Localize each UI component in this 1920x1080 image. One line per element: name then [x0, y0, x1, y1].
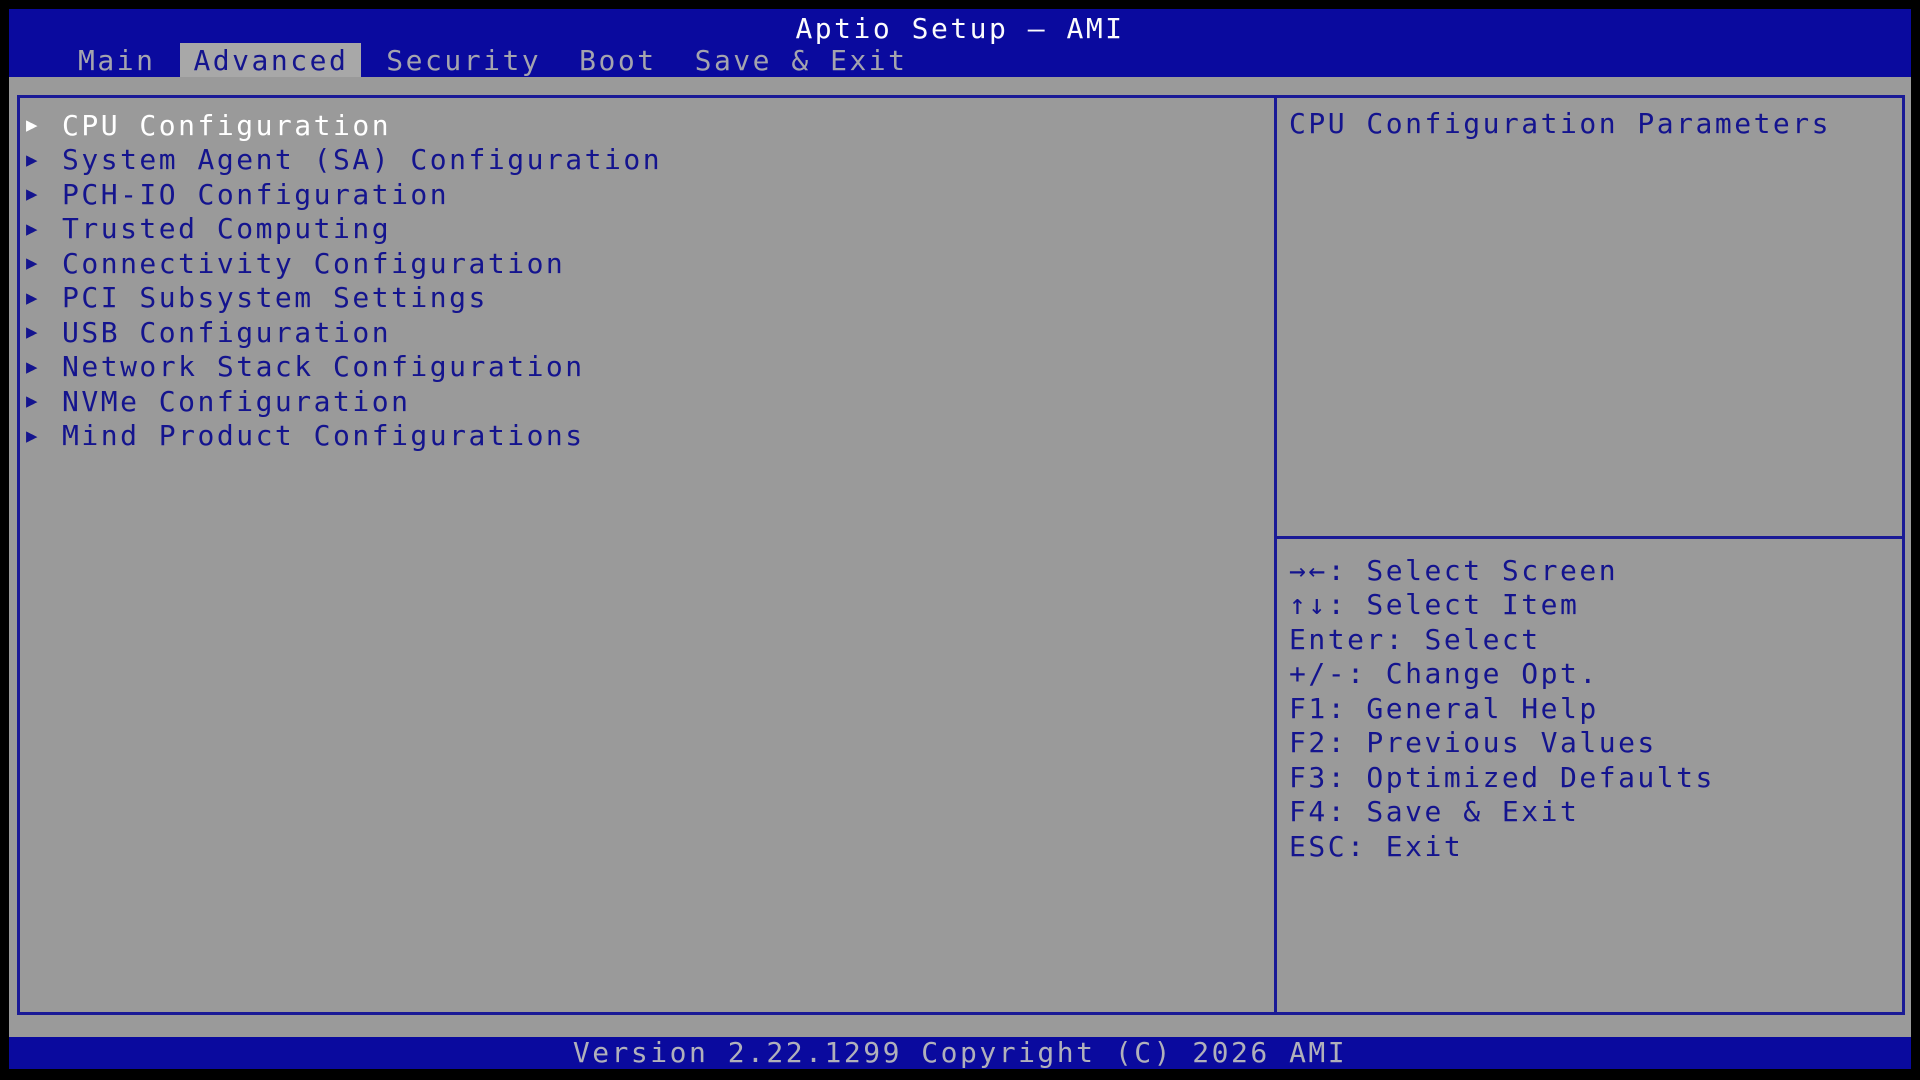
hotkey-hint-f2-previous-values: F2: Previous Values: [1289, 726, 1898, 761]
submenu-arrow-icon: ▶: [24, 425, 62, 447]
tab-save-and-exit[interactable]: Save & Exit: [682, 43, 921, 77]
submenu-item-label: Network Stack Configuration: [62, 350, 585, 383]
hotkey-hint-enter-select: Enter: Select: [1289, 622, 1898, 657]
submenu-arrow-icon: ▶: [24, 218, 62, 240]
submenu-item-label: USB Configuration: [62, 316, 391, 349]
tab-security[interactable]: Security: [373, 43, 554, 77]
submenu-arrow-icon: ▶: [24, 149, 62, 171]
submenu-item-label: Connectivity Configuration: [62, 247, 565, 280]
submenu-arrow-icon: ▶: [24, 321, 62, 343]
hotkey-hint-esc-exit: ESC: Exit: [1289, 829, 1898, 864]
submenu-item-trusted-computing[interactable]: ▶ Trusted Computing: [24, 212, 1268, 247]
submenu-arrow-icon: ▶: [24, 287, 62, 309]
menu-tab-bar: Main Advanced Security Boot Save & Exit: [9, 43, 1911, 77]
submenu-item-usb-configuration[interactable]: ▶ USB Configuration: [24, 315, 1268, 350]
submenu-arrow-icon: ▶: [24, 390, 62, 412]
submenu-item-label: PCI Subsystem Settings: [62, 281, 488, 314]
header-bar: Aptio Setup – AMI Main Advanced Security…: [9, 9, 1911, 77]
submenu-item-label: Mind Product Configurations: [62, 419, 585, 452]
submenu-arrow-icon: ▶: [24, 356, 62, 378]
submenu-item-label: System Agent (SA) Configuration: [62, 143, 662, 176]
submenu-item-pci-subsystem-settings[interactable]: ▶ PCI Subsystem Settings: [24, 281, 1268, 316]
hotkey-legend: →←: Select Screen ↑↓: Select Item Enter:…: [1289, 553, 1898, 864]
options-pane: ▶ CPU Configuration ▶ System Agent (SA) …: [17, 95, 1277, 1015]
help-pane: CPU Configuration Parameters →←: Select …: [1277, 95, 1905, 1015]
submenu-item-label: Trusted Computing: [62, 212, 391, 245]
submenu-item-label: NVMe Configuration: [62, 385, 410, 418]
item-help-text: CPU Configuration Parameters: [1289, 108, 1896, 140]
tab-advanced[interactable]: Advanced: [180, 43, 361, 77]
version-bar: Version 2.22.1299 Copyright (C) 2026 AMI: [9, 1037, 1911, 1069]
submenu-item-network-stack-configuration[interactable]: ▶ Network Stack Configuration: [24, 350, 1268, 385]
bios-setup-screen: Aptio Setup – AMI Main Advanced Security…: [9, 9, 1911, 1069]
hotkey-hint-f1-general-help: F1: General Help: [1289, 691, 1898, 726]
tab-main[interactable]: Main: [65, 43, 168, 77]
submenu-item-pch-io-configuration[interactable]: ▶ PCH-IO Configuration: [24, 177, 1268, 212]
window-title: Aptio Setup – AMI: [9, 14, 1911, 44]
submenu-item-nvme-configuration[interactable]: ▶ NVMe Configuration: [24, 384, 1268, 419]
tab-boot[interactable]: Boot: [566, 43, 669, 77]
hotkey-hint-f4-save-exit: F4: Save & Exit: [1289, 795, 1898, 830]
hotkey-hint-change-opt: +/-: Change Opt.: [1289, 657, 1898, 692]
submenu-item-label: PCH-IO Configuration: [62, 178, 449, 211]
body-area: ▶ CPU Configuration ▶ System Agent (SA) …: [9, 77, 1911, 1037]
submenu-arrow-icon: ▶: [24, 183, 62, 205]
submenu-list: ▶ CPU Configuration ▶ System Agent (SA) …: [24, 108, 1268, 453]
submenu-item-cpu-configuration[interactable]: ▶ CPU Configuration: [24, 108, 1268, 143]
submenu-arrow-icon: ▶: [24, 114, 62, 136]
hotkey-hint-select-item: ↑↓: Select Item: [1289, 588, 1898, 623]
submenu-item-mind-product-configurations[interactable]: ▶ Mind Product Configurations: [24, 419, 1268, 454]
submenu-item-system-agent-configuration[interactable]: ▶ System Agent (SA) Configuration: [24, 143, 1268, 178]
submenu-arrow-icon: ▶: [24, 252, 62, 274]
hotkey-hint-f3-optimized-defaults: F3: Optimized Defaults: [1289, 760, 1898, 795]
legend-divider: [1277, 536, 1902, 539]
submenu-item-connectivity-configuration[interactable]: ▶ Connectivity Configuration: [24, 246, 1268, 281]
hotkey-hint-select-screen: →←: Select Screen: [1289, 553, 1898, 588]
submenu-item-label: CPU Configuration: [62, 109, 391, 142]
